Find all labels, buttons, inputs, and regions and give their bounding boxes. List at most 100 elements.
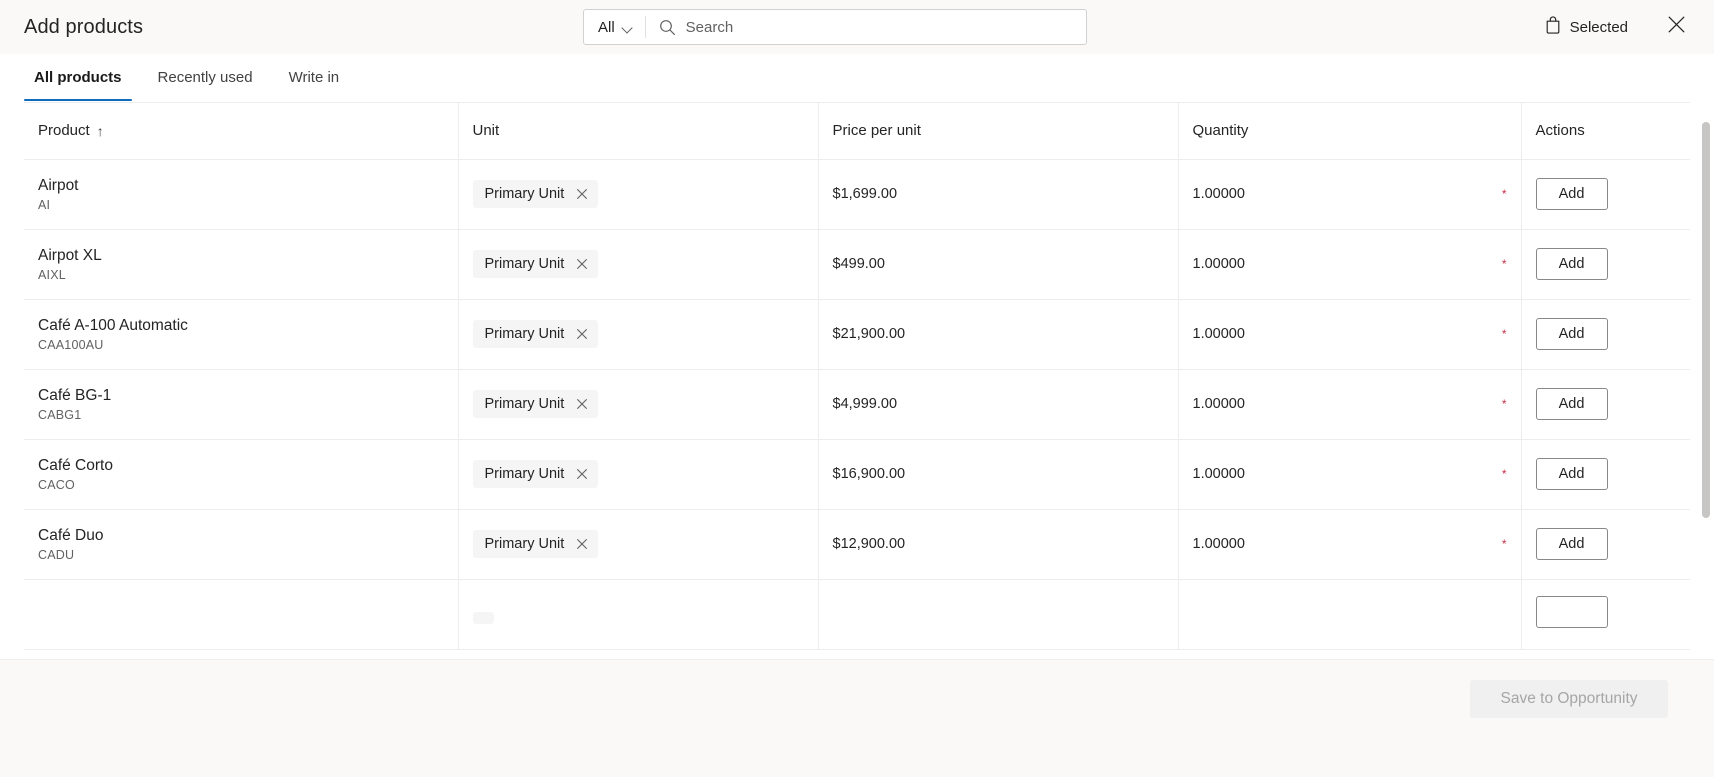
vertical-scrollbar[interactable] [1701,122,1711,659]
sort-ascending-icon: ↑ [96,122,104,139]
products-table-body: Airpot AI Primary Unit $1,699.00 1.00000… [24,159,1690,650]
add-button[interactable]: Add [1535,248,1608,280]
table-header-row: Product ↑ Unit Price per unit Quantity A… [24,103,1690,160]
add-button[interactable]: Add [1535,318,1608,350]
table-row[interactable]: Airpot XL AIXL Primary Unit $499.00 1.00… [24,229,1690,300]
search-filter-label: All [598,18,615,36]
price-value: $4,999.00 [832,396,898,412]
product-name: Café Duo [38,526,104,544]
cell-price: $12,900.00 [818,509,1179,580]
unit-pill[interactable]: Primary Unit [472,530,599,558]
cell-quantity[interactable]: 1.00000 * [1178,509,1522,580]
cell-actions: Add [1521,439,1690,510]
table-row[interactable]: Café A-100 Automatic CAA100AU Primary Un… [24,299,1690,370]
add-button[interactable]: Add [1535,388,1608,420]
cell-quantity[interactable] [1178,579,1522,650]
close-icon[interactable] [574,397,589,412]
products-table-scroll: Product ↑ Unit Price per unit Quantity A… [24,102,1690,659]
column-header-product[interactable]: Product ↑ [24,103,459,160]
cell-quantity[interactable]: 1.00000 * [1178,299,1522,370]
cell-price: $499.00 [818,229,1179,300]
add-button[interactable]: Add [1535,178,1608,210]
add-products-dialog: Add products All Search Selected All pro… [0,0,1714,777]
product-code: CABG1 [38,408,82,423]
cell-price [818,579,1179,650]
tab-all-products[interactable]: All products [24,54,132,101]
table-row[interactable]: Café Corto CACO Primary Unit $16,900.00 … [24,439,1690,510]
search-input[interactable] [685,10,1086,44]
unit-pill[interactable]: Primary Unit [472,320,599,348]
scrollbar-thumb[interactable] [1702,122,1710,518]
cell-quantity[interactable]: 1.00000 * [1178,159,1522,230]
tab-recently-used[interactable]: Recently used [148,54,263,101]
close-icon[interactable] [574,257,589,272]
column-header-quantity[interactable]: Quantity [1178,103,1522,160]
unit-pill-label: Primary Unit [484,536,565,552]
search-divider [644,16,646,38]
tab-all-products-label: All products [34,69,122,86]
quantity-value: 1.00000 [1192,536,1245,552]
cell-price: $16,900.00 [818,439,1179,510]
cell-product: Café BG-1 CABG1 [24,369,459,440]
add-button[interactable]: Add [1535,528,1608,560]
search-icon [659,19,676,36]
tab-write-in[interactable]: Write in [279,54,350,101]
search-filter-dropdown[interactable]: All [584,10,645,44]
unit-pill[interactable] [472,611,494,624]
required-indicator: * [1501,397,1507,411]
cell-quantity[interactable]: 1.00000 * [1178,369,1522,440]
unit-pill[interactable]: Primary Unit [472,180,599,208]
table-row[interactable]: Café Duo CADU Primary Unit $12,900.00 1.… [24,509,1690,580]
column-header-actions[interactable]: Actions [1521,103,1690,160]
cell-product: Airpot AI [24,159,459,230]
table-row[interactable]: Airpot AI Primary Unit $1,699.00 1.00000… [24,159,1690,230]
cell-quantity[interactable]: 1.00000 * [1178,439,1522,510]
unit-pill[interactable]: Primary Unit [472,390,599,418]
close-button[interactable] [1660,11,1692,43]
product-code: CADU [38,548,75,563]
unit-pill[interactable]: Primary Unit [472,250,599,278]
unit-pill[interactable]: Primary Unit [472,460,599,488]
cell-unit: Primary Unit [458,439,819,510]
unit-pill-label: Primary Unit [484,186,565,202]
product-code: CAA100AU [38,338,104,353]
product-code: CACO [38,478,75,493]
save-to-opportunity-button[interactable]: Save to Opportunity [1470,680,1668,718]
required-indicator: * [1501,327,1507,341]
cell-product: Café Corto CACO [24,439,459,510]
selected-label: Selected [1569,18,1628,36]
cell-actions: Add [1521,299,1690,370]
close-icon[interactable] [574,327,589,342]
table-row[interactable]: Café BG-1 CABG1 Primary Unit $4,999.00 1… [24,369,1690,440]
cell-actions [1521,579,1690,650]
unit-pill-label: Primary Unit [484,466,565,482]
unit-pill-label: Primary Unit [484,326,565,342]
cell-product: Café Duo CADU [24,509,459,580]
add-button[interactable] [1535,596,1608,628]
column-header-price-per-unit[interactable]: Price per unit [818,103,1179,160]
price-value: $16,900.00 [832,466,906,482]
cell-quantity[interactable]: 1.00000 * [1178,229,1522,300]
product-code: AI [38,198,51,213]
cell-price: $1,699.00 [818,159,1179,230]
cell-unit: Primary Unit [458,299,819,370]
products-table: Product ↑ Unit Price per unit Quantity A… [24,103,1690,650]
required-indicator: * [1501,257,1507,271]
required-indicator: * [1501,187,1507,201]
tab-write-in-label: Write in [288,69,340,86]
close-icon[interactable] [574,467,589,482]
cell-actions: Add [1521,159,1690,230]
table-row[interactable] [24,579,1690,650]
header-actions: Selected [1539,11,1694,44]
product-name: Café A-100 Automatic [38,316,188,334]
close-icon[interactable] [574,537,589,552]
column-header-unit[interactable]: Unit [458,103,819,160]
close-icon [1667,15,1686,39]
quantity-value: 1.00000 [1192,186,1245,202]
close-icon[interactable] [574,187,589,202]
unit-pill-label: Primary Unit [484,396,565,412]
price-value: $499.00 [832,256,885,272]
product-code: AIXL [38,268,66,283]
selected-button[interactable]: Selected [1539,11,1634,44]
add-button[interactable]: Add [1535,458,1608,490]
